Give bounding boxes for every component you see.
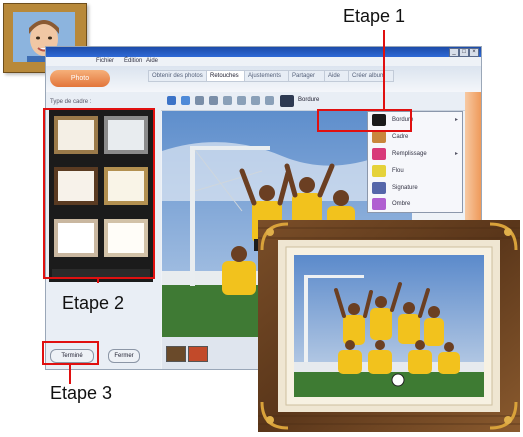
menu-item-signature[interactable]: Signature	[368, 180, 462, 197]
fit-icon[interactable]	[251, 96, 260, 105]
picture-frame-icon	[372, 131, 386, 143]
menu-help[interactable]: Aide	[146, 58, 158, 64]
step1-label: Etape 1	[343, 6, 406, 26]
frame-type-label: Type de cadre :	[50, 99, 92, 105]
app-logo: Photo	[50, 70, 110, 87]
signature-icon	[372, 182, 386, 194]
submenu-arrow-icon: ▸	[454, 151, 458, 157]
step2-leader-line	[97, 277, 99, 283]
zoom-out-icon[interactable]	[237, 96, 246, 105]
tab-get-photos[interactable]: Obtenir des photos	[148, 70, 208, 82]
menu-file[interactable]: Fichier	[96, 58, 114, 64]
tab-adjust[interactable]: Ajustements	[244, 70, 292, 82]
step2-label: Etape 2	[62, 293, 125, 313]
submenu-arrow-icon: ▸	[454, 117, 458, 123]
highlight-step3	[42, 341, 99, 365]
blur-icon	[372, 165, 386, 177]
tab-create-album[interactable]: Créer album	[348, 70, 394, 82]
cancel-button[interactable]: Fermer	[108, 349, 140, 363]
shadow-icon	[372, 198, 386, 210]
menu-item-label: Cadre	[392, 134, 409, 140]
menu-edit[interactable]: Édition	[124, 58, 142, 64]
step3-leader-line	[69, 364, 71, 384]
step1-leader-line	[383, 30, 385, 110]
framed-photo-preview	[258, 220, 520, 432]
zoom-in-icon[interactable]	[223, 96, 232, 105]
maximize-button[interactable]: □	[459, 48, 469, 57]
filmstrip-thumbnail[interactable]	[188, 346, 208, 362]
close-button[interactable]: ×	[469, 48, 479, 57]
effects-menu-label[interactable]: Bordure	[298, 97, 319, 103]
effects-icon[interactable]	[280, 95, 294, 107]
menu-item-label: Remplissage	[392, 151, 427, 157]
menu-item-blur[interactable]: Flou	[368, 163, 462, 180]
tab-share[interactable]: Partager	[288, 70, 328, 82]
menu-item-label: Ombre	[392, 201, 411, 207]
tab-retouch[interactable]: Retouches	[206, 70, 248, 82]
minimize-button[interactable]: _	[449, 48, 459, 57]
menu-item-label: Signature	[392, 185, 418, 191]
filmstrip-thumbnail[interactable]	[166, 346, 186, 362]
arrow-icon[interactable]	[265, 96, 274, 105]
highlight-step2	[43, 108, 155, 279]
undo-icon[interactable]	[167, 96, 176, 105]
save-icon[interactable]	[181, 96, 190, 105]
rotate-icon[interactable]	[195, 96, 204, 105]
menu-item-label: Flou	[392, 168, 404, 174]
menu-item-shadow[interactable]: Ombre	[368, 196, 462, 213]
crop-icon[interactable]	[209, 96, 218, 105]
step3-label: Etape 3	[50, 383, 113, 403]
fill-icon	[372, 148, 386, 160]
highlight-step1	[317, 109, 412, 132]
menu-item-fill[interactable]: Remplissage ▸	[368, 146, 462, 163]
tab-band: Photo Obtenir des photos Retouches Ajust…	[46, 66, 481, 93]
menu-bar: Fichier Édition Aide	[46, 57, 481, 66]
title-bar: _ □ ×	[46, 47, 481, 57]
